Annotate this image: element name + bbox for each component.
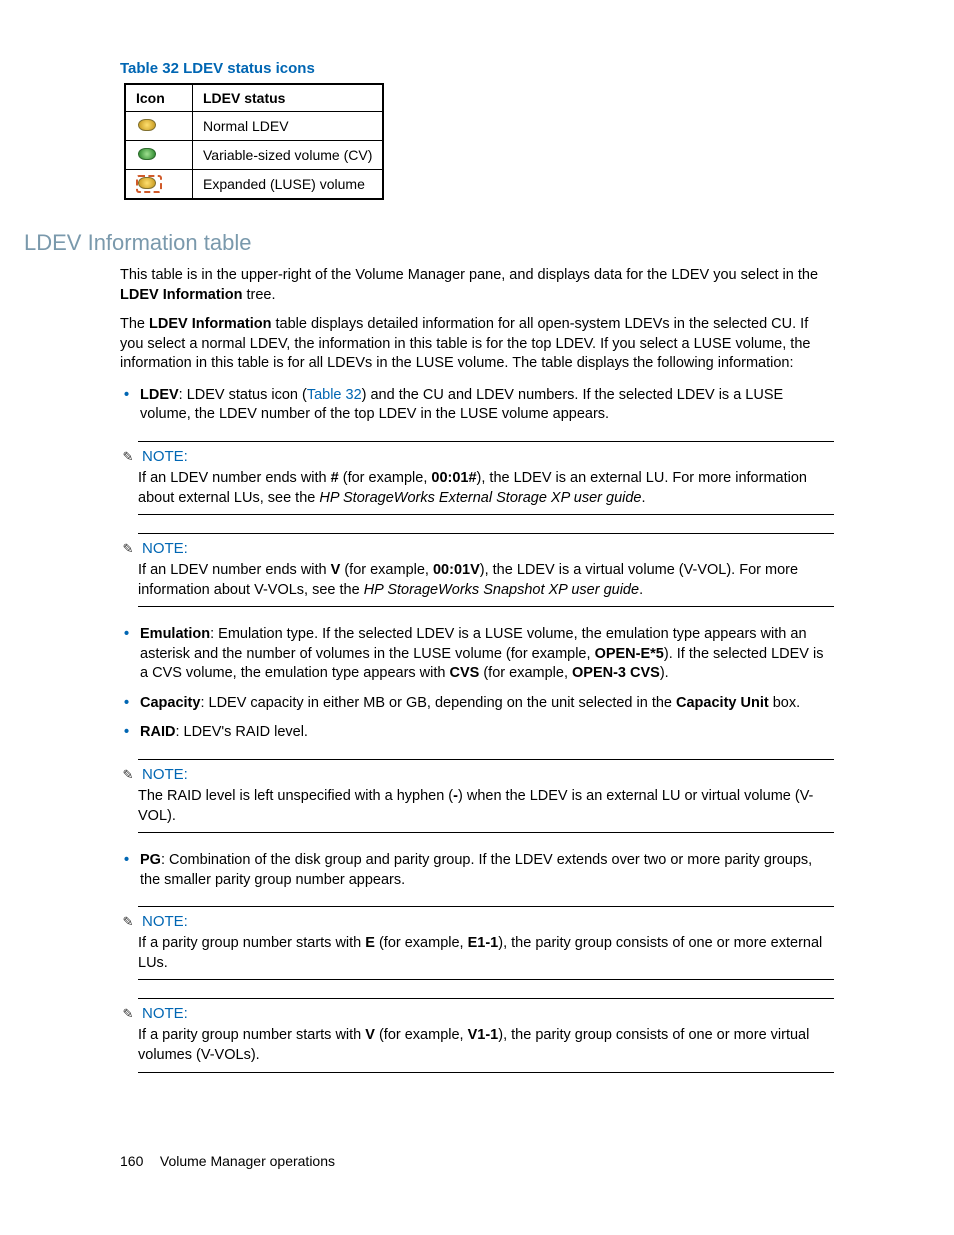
note-block: ✎ NOTE: If an LDEV number ends with # (f… (120, 441, 834, 515)
note-body: The RAID level is left unspecified with … (138, 787, 834, 826)
table-row: Normal LDEV (125, 112, 383, 141)
note-body: If an LDEV number ends with # (for examp… (138, 469, 834, 508)
normal-ldev-icon (136, 117, 156, 132)
table-caption: Table 32 LDEV status icons (120, 60, 834, 77)
note-block: ✎ NOTE: If a parity group number starts … (120, 906, 834, 980)
status-cell: Variable-sized volume (CV) (193, 141, 384, 170)
note-heading: NOTE: (142, 766, 188, 783)
status-cell: Expanded (LUSE) volume (193, 170, 384, 200)
note-heading: NOTE: (142, 913, 188, 930)
th-status: LDEV status (193, 84, 384, 112)
note-heading: NOTE: (142, 1005, 188, 1022)
list-item: RAID: LDEV's RAID level. (140, 723, 834, 743)
luse-volume-icon (136, 175, 156, 190)
table-row: Expanded (LUSE) volume (125, 170, 383, 200)
note-block: ✎ NOTE: If a parity group number starts … (120, 998, 834, 1072)
note-body: If a parity group number starts with E (… (138, 934, 834, 973)
intro-paragraph-2: The LDEV Information table displays deta… (120, 315, 834, 374)
table-row: Variable-sized volume (CV) (125, 141, 383, 170)
table-32-link[interactable]: Table 32 (307, 387, 362, 403)
note-heading: NOTE: (142, 448, 188, 465)
status-cell: Normal LDEV (193, 112, 384, 141)
footer-title: Volume Manager operations (160, 1153, 335, 1169)
ldev-status-icon-table: Icon LDEV status Normal LDEV Variable-si… (124, 83, 384, 200)
list-item: Capacity: LDEV capacity in either MB or … (140, 694, 834, 714)
note-icon: ✎ (120, 1007, 136, 1020)
note-icon: ✎ (120, 915, 136, 928)
th-icon: Icon (125, 84, 193, 112)
list-item: Emulation: Emulation type. If the select… (140, 625, 834, 684)
note-body: If a parity group number starts with V (… (138, 1026, 834, 1065)
page-footer: 160 Volume Manager operations (120, 1153, 834, 1169)
note-body: If an LDEV number ends with V (for examp… (138, 561, 834, 600)
note-icon: ✎ (120, 450, 136, 463)
page-number: 160 (120, 1153, 156, 1169)
note-icon: ✎ (120, 542, 136, 555)
list-item: PG: Combination of the disk group and pa… (140, 851, 834, 890)
note-icon: ✎ (120, 768, 136, 781)
bullet-list-2: Emulation: Emulation type. If the select… (120, 625, 834, 743)
section-heading: LDEV Information table (24, 230, 834, 256)
bullet-list-3: PG: Combination of the disk group and pa… (120, 851, 834, 890)
note-heading: NOTE: (142, 540, 188, 557)
bullet-list-1: LDEV: LDEV status icon (Table 32) and th… (120, 386, 834, 425)
list-item: LDEV: LDEV status icon (Table 32) and th… (140, 386, 834, 425)
cv-volume-icon (136, 146, 156, 161)
note-block: ✎ NOTE: If an LDEV number ends with V (f… (120, 533, 834, 607)
intro-paragraph-1: This table is in the upper-right of the … (120, 266, 834, 305)
note-block: ✎ NOTE: The RAID level is left unspecifi… (120, 759, 834, 833)
